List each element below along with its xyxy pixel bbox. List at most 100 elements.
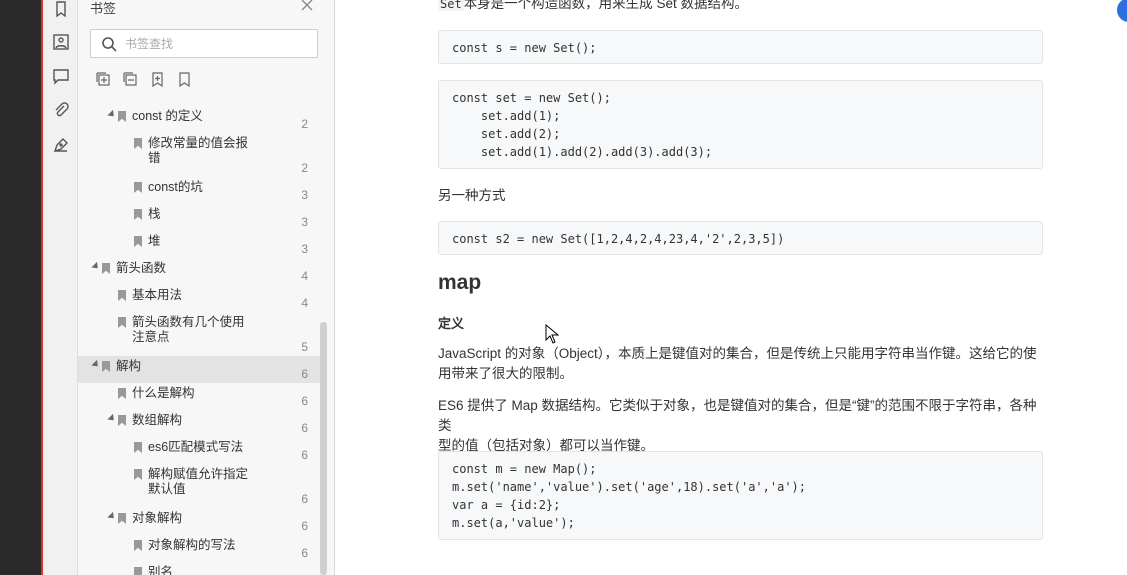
bookmark-item[interactable]: 箭头函数有几个使用 注意点 5 — [78, 312, 322, 356]
code-block: const set = new Set(); set.add(1); set.a… — [438, 80, 1043, 169]
bookmark-icon — [134, 209, 142, 220]
bookmark-icon — [134, 540, 142, 551]
bookmark-item[interactable]: 箭头函数 4 — [78, 258, 322, 285]
bookmark-label: const 的定义 — [132, 109, 203, 123]
bookmark-item[interactable]: const 的定义 2 — [78, 106, 322, 133]
bookmark-label: 对象解构 — [132, 511, 183, 525]
code-block: const s2 = new Set([1,2,4,2,4,23,4,'2',2… — [438, 221, 1043, 255]
bookmark-label: 解构 — [116, 359, 142, 373]
bookmark-page-number: 2 — [301, 161, 308, 175]
bookmark-icon — [118, 111, 126, 122]
bookmark-label: 基本用法 — [132, 288, 183, 302]
bookmark-label: 什么是解构 — [132, 386, 195, 400]
bookmark-item[interactable]: es6匹配模式写法 6 — [78, 437, 322, 464]
bookmark-icon — [134, 182, 142, 193]
bookmark-page-number: 6 — [301, 448, 308, 462]
panel-title: 书签 — [90, 1, 117, 16]
subheading: 定义 — [438, 316, 465, 331]
bookmark-label: 栈 — [148, 207, 161, 221]
bookmark-icon — [102, 263, 110, 274]
bookmark-icon — [134, 567, 142, 575]
chevron-down-icon[interactable] — [91, 359, 101, 370]
bookmark-page-number: 4 — [301, 296, 308, 310]
sign-icon[interactable] — [48, 132, 74, 158]
bookmark-label: const的坑 — [148, 180, 203, 194]
bookmark-page-number: 3 — [301, 242, 308, 256]
bookmark-icon — [118, 415, 126, 426]
bookmark-icon — [134, 442, 142, 453]
bookmark-icon — [118, 388, 126, 399]
bookmark-page-number: 4 — [301, 269, 308, 283]
bookmark-label: 箭头函数 — [116, 261, 167, 275]
bookmark-item[interactable]: const的坑 3 — [78, 177, 322, 204]
chevron-down-icon[interactable] — [107, 413, 117, 424]
bookmark-page-number: 6 — [301, 519, 308, 533]
intro-paragraph: Set 本身是一个构造函数，用来生成 Set 数据结构。 — [438, 0, 748, 14]
intro-text: 本身是一个构造函数，用来生成 Set 数据结构。 — [463, 0, 748, 11]
bookmark-label: 数组解构 — [132, 413, 183, 427]
comment-icon[interactable] — [48, 63, 74, 89]
bookmark-item[interactable]: 对象解构 6 — [78, 508, 322, 535]
bookmark-label: 别名 — [148, 565, 174, 575]
bookmark-page-number: 3 — [301, 188, 308, 202]
bookmark-item[interactable]: 修改常量的值会报 错 2 — [78, 133, 322, 177]
bookmark-page-number: 3 — [301, 215, 308, 229]
bookmark-toolbar — [94, 70, 193, 88]
add-bookmark-icon[interactable] — [148, 70, 166, 88]
mouse-cursor-icon — [545, 323, 560, 344]
bookmark-search[interactable] — [90, 29, 318, 58]
bookmark-page-number: 6 — [301, 367, 308, 381]
bookmark-icon — [118, 317, 126, 328]
bookmark-item[interactable]: 解构赋值允许指定 默认值 6 — [78, 464, 322, 508]
expand-all-icon[interactable] — [94, 70, 112, 88]
bookmark-item[interactable]: 堆3 — [78, 231, 322, 258]
bookmark-icon — [134, 138, 142, 149]
bookmark-panel: 书签 const 的定义2修改常量的值会报 错2const的坑3栈3堆3箭头函数… — [78, 0, 335, 575]
window-edge — [0, 0, 43, 575]
bookmark-item[interactable]: 对象解构的写法 6 — [78, 535, 322, 562]
bookmark-label: 箭头函数有几个使用 注意点 — [132, 315, 245, 344]
chevron-down-icon[interactable] — [107, 109, 117, 120]
bookmark-item[interactable]: 解构 6 — [78, 356, 322, 383]
search-icon — [102, 36, 117, 52]
bookmark-page-number: 5 — [301, 340, 308, 354]
bookmark-label: 对象解构的写法 — [148, 538, 236, 552]
bookmark-page-number: 6 — [301, 421, 308, 435]
scrollbar[interactable] — [320, 322, 327, 575]
attachment-icon[interactable] — [48, 97, 74, 123]
close-icon[interactable] — [300, 0, 314, 12]
inline-code: Set — [438, 0, 464, 11]
bookmark-page-number: 6 — [301, 546, 308, 560]
bookmark-icon[interactable] — [175, 70, 193, 88]
bookmark-icon — [118, 290, 126, 301]
paragraph: JavaScript 的对象（Object），本质上是键值对的集合，但是传统上只… — [438, 346, 1037, 381]
chevron-down-icon[interactable] — [91, 261, 101, 272]
bookmark-icon — [134, 236, 142, 247]
paragraph: 另一种方式 — [438, 188, 506, 203]
tool-rail — [43, 0, 78, 575]
bookmark-page-number: 2 — [301, 117, 308, 131]
paragraph: ES6 提供了 Map 数据结构。它类似于对象，也是键值对的集合，但是“键”的范… — [438, 398, 1037, 453]
bookmark-item[interactable]: 别名6 — [78, 562, 322, 575]
bookmark-icon — [102, 361, 110, 372]
collapse-all-icon[interactable] — [121, 70, 139, 88]
bookmark-item[interactable]: 栈3 — [78, 204, 322, 231]
bookmark-item[interactable]: 基本用法 4 — [78, 285, 322, 312]
bookmark-label: 修改常量的值会报 错 — [148, 136, 249, 165]
bookmark-icon[interactable] — [48, 0, 74, 22]
bookmark-label: 解构赋值允许指定 默认值 — [148, 467, 249, 496]
image-icon[interactable] — [48, 29, 74, 55]
bookmark-item[interactable]: 什么是解构 6 — [78, 383, 322, 410]
document-view: Set 本身是一个构造函数，用来生成 Set 数据结构。 const s = ne… — [336, 0, 1127, 575]
section-heading: map — [438, 271, 482, 294]
bookmark-page-number: 6 — [301, 492, 308, 506]
bookmark-label: 堆 — [148, 234, 161, 248]
bookmark-icon — [118, 513, 126, 524]
chevron-down-icon[interactable] — [107, 511, 117, 522]
bookmark-icon — [134, 469, 142, 480]
bookmark-page-number: 6 — [301, 394, 308, 408]
code-block: const m = new Map(); m.set('name','value… — [438, 451, 1043, 540]
bookmark-label: es6匹配模式写法 — [148, 440, 244, 454]
search-input[interactable] — [125, 36, 305, 51]
bookmark-item[interactable]: 数组解构 6 — [78, 410, 322, 437]
